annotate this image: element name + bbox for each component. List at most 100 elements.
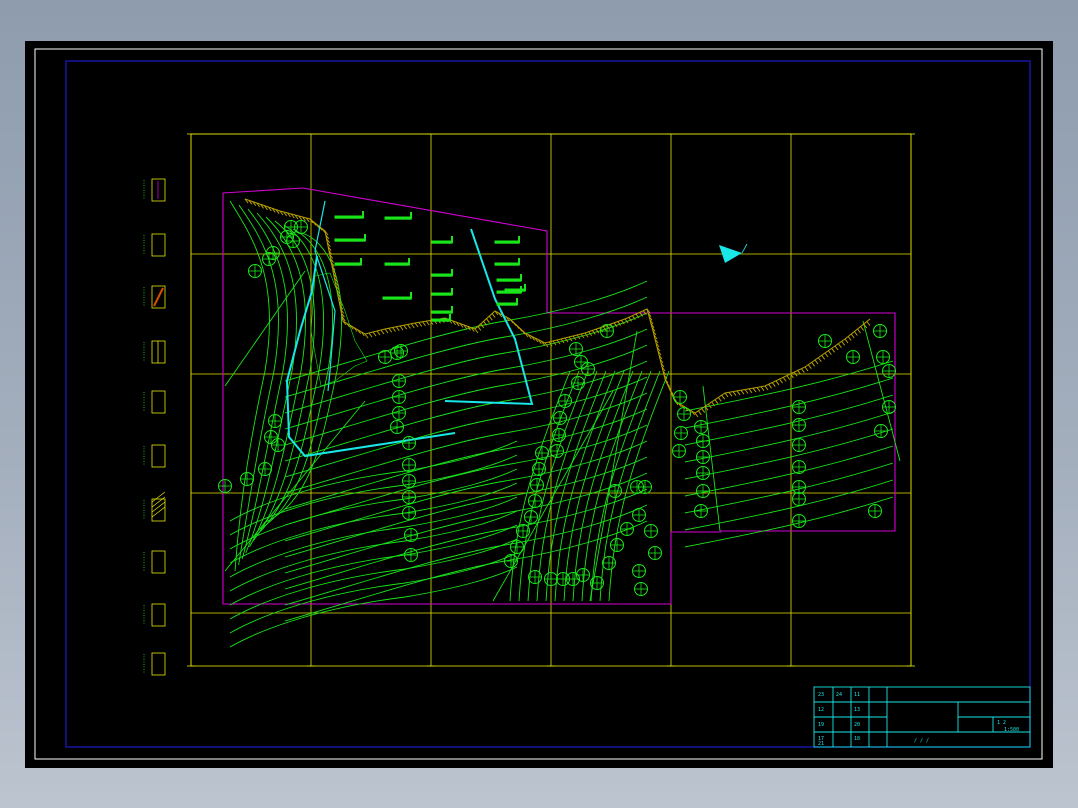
tree-icon [632, 564, 646, 578]
slope-hatch [244, 198, 871, 418]
contour-line [284, 328, 648, 430]
contour-line [684, 445, 894, 497]
hatch-tick [491, 313, 496, 318]
tree-icon [528, 494, 542, 508]
hatch-tick [831, 348, 836, 353]
hatch-tick [841, 341, 846, 346]
hatch-tick [364, 333, 369, 339]
label-marks [334, 211, 526, 322]
tree-icon [792, 400, 806, 414]
label-mark [431, 240, 453, 244]
tree-icon [392, 390, 406, 404]
label-mark [504, 288, 526, 292]
tree-icon [677, 407, 691, 421]
tree-icon [390, 420, 404, 434]
hatch-tick [821, 355, 826, 360]
tree-icon [694, 420, 708, 434]
hatch-tick [800, 368, 805, 374]
hatch-tick [760, 386, 765, 392]
contour-line [684, 462, 894, 514]
tree-icon [404, 528, 418, 542]
tree-icon [581, 362, 595, 376]
title-block-cell: 19 [818, 722, 824, 728]
tree-icon [284, 220, 298, 234]
tree-icon [792, 438, 806, 452]
tree-icon [532, 462, 546, 476]
contour-line [284, 392, 648, 494]
tree-icon [648, 546, 662, 560]
hatch-tick [817, 357, 822, 362]
tree-icon [792, 418, 806, 432]
label-mark [431, 310, 453, 314]
hatch-tick [728, 391, 733, 397]
legend-symbol-double [143, 550, 166, 574]
contour-line [229, 552, 518, 634]
label-mark [334, 215, 364, 219]
hatch-tick [853, 331, 858, 336]
tree-icon [402, 506, 416, 520]
cad-viewport[interactable]: 23 24 11 12 13 19 20 17 18 21 1 2 1:500 … [25, 41, 1053, 768]
tree-icon [271, 438, 285, 452]
tree-icon [696, 450, 710, 464]
tree-icon [876, 350, 890, 364]
contour-line [590, 370, 652, 602]
hatch-tick [844, 338, 849, 344]
hatch-tick [782, 377, 787, 382]
tree-icon [402, 474, 416, 488]
title-block-cell: 24 [836, 692, 842, 698]
hatch-tick [824, 352, 829, 358]
legend-symbol-step [143, 603, 166, 627]
legend-symbol-box [143, 390, 166, 414]
hatch-tick [486, 318, 490, 324]
hatch-tick [837, 343, 842, 348]
contour-line [284, 408, 648, 510]
legend-symbol-diag [143, 491, 166, 522]
hatch-tick [827, 350, 832, 355]
tree-icon [218, 479, 232, 493]
hatch-tick [740, 389, 745, 395]
hatch-tick [814, 359, 819, 365]
contour-line [284, 472, 648, 574]
contour-line [241, 208, 288, 560]
title-block-cell: 13 [854, 707, 860, 713]
contour-line [229, 524, 518, 606]
tree-icon [544, 572, 558, 586]
contour-line [684, 394, 894, 446]
tree-icon [696, 484, 710, 498]
legend-column [143, 178, 166, 676]
tree-icon [602, 556, 616, 570]
label-mark [494, 240, 520, 244]
hatch-tick [694, 412, 699, 418]
title-block-note: / / / [914, 738, 929, 744]
hatch-tick [380, 329, 385, 335]
hatch-tick [771, 382, 776, 387]
hatch-tick [775, 380, 780, 386]
hatch-tick [744, 389, 749, 394]
tree-icon [264, 430, 278, 444]
contour-line [229, 440, 518, 522]
hatch-tick [804, 366, 809, 372]
tree-icon [240, 472, 254, 486]
hatch-tick [474, 328, 479, 334]
tree-icon [873, 324, 887, 338]
hatch-tick [410, 323, 415, 329]
legend-symbol-line [143, 233, 166, 257]
tree-icon [571, 376, 585, 390]
hatch-tick [714, 399, 719, 404]
contour-line [229, 496, 518, 578]
hatch-tick [425, 320, 430, 326]
title-block-cell: 18 [854, 736, 860, 742]
tree-icon [644, 524, 658, 538]
tree-icon [792, 460, 806, 474]
tree-icon [792, 480, 806, 494]
tree-icon [392, 406, 406, 420]
hatch-tick [748, 388, 753, 394]
hatch-tick [732, 391, 737, 396]
contour-line [229, 468, 518, 550]
hatch-tick [756, 387, 761, 392]
title-block-cell: 20 [854, 722, 860, 728]
tree-icon [792, 514, 806, 528]
tree-icon [632, 508, 646, 522]
contour-line [684, 479, 894, 531]
tree-icon [882, 364, 896, 378]
